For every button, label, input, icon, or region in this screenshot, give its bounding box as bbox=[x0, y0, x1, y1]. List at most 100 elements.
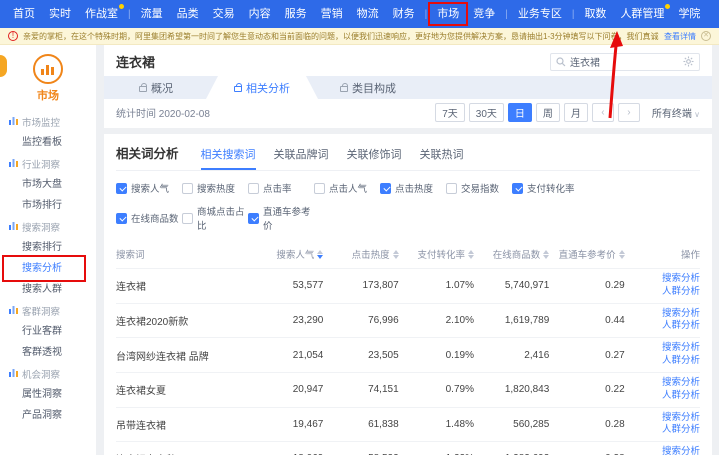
subtab-关联修饰词[interactable]: 关联修饰词 bbox=[347, 146, 402, 170]
checkbox-unchecked[interactable] bbox=[248, 183, 259, 194]
sort-carets-icon[interactable] bbox=[468, 250, 474, 259]
column-header-支付转化率[interactable]: 支付转化率 bbox=[399, 240, 474, 269]
action-人群分析[interactable]: 人群分析 bbox=[625, 320, 700, 333]
keyword-search-box[interactable] bbox=[550, 53, 700, 71]
gear-icon[interactable] bbox=[683, 56, 694, 67]
filter-直通车参考价[interactable]: 直通车参考价 bbox=[248, 204, 314, 232]
subtab-关联热词[interactable]: 关联热词 bbox=[420, 146, 464, 170]
nav-item-财务[interactable]: 财务 bbox=[386, 0, 422, 28]
filter-在线商品数[interactable]: 在线商品数 bbox=[116, 204, 182, 232]
action-搜索分析[interactable]: 搜索分析 bbox=[625, 308, 700, 321]
sidebar-item-客群透视[interactable]: 客群透视 bbox=[0, 342, 96, 363]
nav-item-作战室[interactable]: 作战室 bbox=[78, 0, 125, 28]
column-header-在线商品数[interactable]: 在线商品数 bbox=[474, 240, 549, 269]
range-button-日[interactable]: 日 bbox=[508, 103, 532, 122]
filter-点击率[interactable]: 点击率 bbox=[248, 181, 314, 195]
nav-item-学院[interactable]: 学院 bbox=[671, 0, 707, 28]
nav-item-交易[interactable]: 交易 bbox=[206, 0, 242, 28]
notice-detail-link[interactable]: 查看详情 bbox=[664, 31, 696, 42]
terminal-select[interactable]: 所有终端 ∨ bbox=[652, 105, 700, 120]
checkbox-checked[interactable] bbox=[380, 183, 391, 194]
cell-value: 74,151 bbox=[323, 372, 398, 407]
subtab-相关搜索词[interactable]: 相关搜索词 bbox=[201, 146, 256, 170]
cell-value: 21,054 bbox=[248, 338, 323, 373]
sidebar-item-搜索人群[interactable]: 搜索人群 bbox=[0, 279, 96, 300]
checkbox-unchecked[interactable] bbox=[182, 183, 193, 194]
filter-商城点击占比[interactable]: 商城点击占比 bbox=[182, 204, 248, 232]
lock-icon bbox=[340, 86, 348, 92]
checkbox-checked[interactable] bbox=[116, 213, 127, 224]
sort-carets-icon[interactable] bbox=[317, 250, 323, 259]
tab-相关分析[interactable]: 相关分析 bbox=[206, 76, 318, 99]
keyword-search-input[interactable] bbox=[570, 56, 679, 67]
nav-divider: | bbox=[569, 9, 578, 20]
action-搜索分析[interactable]: 搜索分析 bbox=[625, 446, 700, 455]
nav-item-营销[interactable]: 营销 bbox=[314, 0, 350, 28]
sidebar-item-市场排行[interactable]: 市场排行 bbox=[0, 195, 96, 216]
filter-点击热度[interactable]: 点击热度 bbox=[380, 181, 446, 195]
range-button-周[interactable]: 周 bbox=[536, 103, 560, 122]
range-button-30天[interactable]: 30天 bbox=[469, 103, 504, 122]
filter-点击人气[interactable]: 点击人气 bbox=[314, 181, 380, 195]
action-人群分析[interactable]: 人群分析 bbox=[625, 390, 700, 403]
nav-item-内容[interactable]: 内容 bbox=[242, 0, 278, 28]
main-area: 连衣裙 bbox=[104, 45, 712, 455]
next-button[interactable]: › bbox=[618, 103, 640, 122]
column-header-点击热度[interactable]: 点击热度 bbox=[323, 240, 398, 269]
action-搜索分析[interactable]: 搜索分析 bbox=[625, 342, 700, 355]
checkbox-unchecked[interactable] bbox=[182, 213, 193, 224]
sort-carets-icon[interactable] bbox=[619, 250, 625, 259]
nav-item-实时[interactable]: 实时 bbox=[42, 0, 78, 28]
sidebar-item-属性洞察[interactable]: 属性洞察 bbox=[0, 384, 96, 405]
chart-icon bbox=[9, 221, 18, 233]
chart-icon bbox=[9, 158, 18, 170]
action-人群分析[interactable]: 人群分析 bbox=[625, 286, 700, 299]
checkbox-checked[interactable] bbox=[512, 183, 523, 194]
nav-item-首页[interactable]: 首页 bbox=[6, 0, 42, 28]
column-header-直通车参考价[interactable]: 直通车参考价 bbox=[549, 240, 624, 269]
checkbox-checked[interactable] bbox=[116, 183, 127, 194]
sidebar-group-label: 搜索洞察 bbox=[22, 220, 60, 234]
sidebar-item-产品洞察[interactable]: 产品洞察 bbox=[0, 405, 96, 426]
sidebar-item-市场大盘[interactable]: 市场大盘 bbox=[0, 174, 96, 195]
action-人群分析[interactable]: 人群分析 bbox=[625, 424, 700, 437]
filter-支付转化率[interactable]: 支付转化率 bbox=[512, 181, 578, 195]
nav-item-竞争[interactable]: 竞争 bbox=[466, 0, 502, 28]
sort-carets-icon[interactable] bbox=[393, 250, 399, 259]
cell-value: 58,522 bbox=[323, 442, 398, 455]
close-icon[interactable]: ✕ bbox=[701, 31, 711, 41]
search-icon bbox=[556, 57, 566, 67]
checkbox-unchecked[interactable] bbox=[314, 183, 325, 194]
prev-button[interactable]: ‹ bbox=[592, 103, 614, 122]
filter-搜索人气[interactable]: 搜索人气 bbox=[116, 181, 182, 195]
cell-value: 0.79% bbox=[399, 372, 474, 407]
action-搜索分析[interactable]: 搜索分析 bbox=[625, 377, 700, 390]
sidebar-item-行业客群[interactable]: 行业客群 bbox=[0, 321, 96, 342]
column-header-搜索人气[interactable]: 搜索人气 bbox=[248, 240, 323, 269]
sidebar-item-搜索分析[interactable]: 搜索分析 bbox=[0, 258, 96, 279]
nav-item-业务专区[interactable]: 业务专区 bbox=[511, 0, 569, 28]
action-人群分析[interactable]: 人群分析 bbox=[625, 355, 700, 368]
action-搜索分析[interactable]: 搜索分析 bbox=[625, 273, 700, 286]
nav-item-物流[interactable]: 物流 bbox=[350, 0, 386, 28]
sidebar-item-监控看板[interactable]: 监控看板 bbox=[0, 132, 96, 153]
nav-item-人群管理[interactable]: 人群管理 bbox=[613, 0, 671, 28]
sort-carets-icon[interactable] bbox=[543, 250, 549, 259]
tab-类目构成[interactable]: 类目构成 bbox=[318, 76, 418, 99]
nav-item-市场[interactable]: 市场 bbox=[430, 0, 466, 28]
subtab-关联品牌词[interactable]: 关联品牌词 bbox=[274, 146, 329, 170]
nav-item-流量[interactable]: 流量 bbox=[134, 0, 170, 28]
filter-交易指数[interactable]: 交易指数 bbox=[446, 181, 512, 195]
checkbox-unchecked[interactable] bbox=[446, 183, 457, 194]
range-button-7天[interactable]: 7天 bbox=[435, 103, 465, 122]
range-button-月[interactable]: 月 bbox=[564, 103, 588, 122]
tab-概况[interactable]: 概况 bbox=[106, 76, 206, 99]
nav-item-取数[interactable]: 取数 bbox=[577, 0, 613, 28]
checkbox-checked[interactable] bbox=[248, 213, 259, 224]
filter-搜索热度[interactable]: 搜索热度 bbox=[182, 181, 248, 195]
action-搜索分析[interactable]: 搜索分析 bbox=[625, 412, 700, 425]
nav-item-品类[interactable]: 品类 bbox=[170, 0, 206, 28]
sidebar-collapse-tag[interactable] bbox=[0, 55, 7, 77]
table-row: 吊带连衣裙19,46761,8381.48%560,2850.28搜索分析人群分… bbox=[116, 407, 700, 442]
nav-item-服务[interactable]: 服务 bbox=[278, 0, 314, 28]
